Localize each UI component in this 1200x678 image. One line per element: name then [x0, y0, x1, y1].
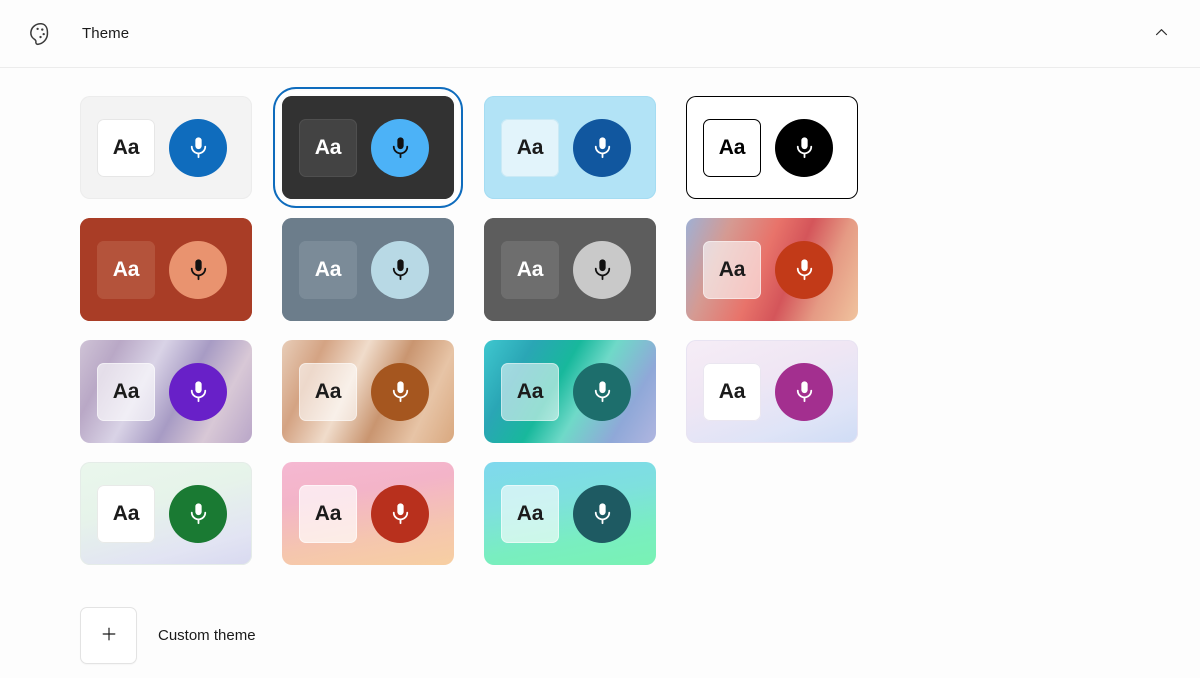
theme-text-preview: Aa	[501, 240, 559, 299]
theme-option-coral-wave[interactable]: Aa	[686, 218, 858, 321]
theme-text-preview: Aa	[97, 362, 155, 421]
theme-option-light[interactable]: Aa	[80, 96, 252, 199]
microphone-icon	[573, 118, 631, 177]
theme-grid: Aa Aa Aa Aa Aa Aa Aa Aa Aa Aa Aa Aa Aa Aa Aa	[80, 87, 888, 565]
chevron-up-icon	[1153, 24, 1170, 44]
theme-text-preview: Aa	[299, 118, 357, 177]
theme-option-sand-wave[interactable]: Aa	[282, 340, 454, 443]
theme-card-light[interactable]: Aa	[80, 96, 252, 199]
theme-option-light-blue[interactable]: Aa	[484, 96, 656, 199]
palette-icon	[24, 17, 58, 51]
theme-option-teal-aurora[interactable]: Aa	[484, 340, 656, 443]
theme-option-pink-peach[interactable]: Aa	[282, 462, 454, 565]
theme-text-preview: Aa	[299, 484, 357, 543]
theme-option-gray[interactable]: Aa	[484, 218, 656, 321]
microphone-icon	[775, 118, 833, 177]
theme-text-preview: Aa	[501, 484, 559, 543]
microphone-icon	[169, 240, 227, 299]
theme-card-dark[interactable]: Aa	[282, 96, 454, 199]
theme-card-pink-peach[interactable]: Aa	[282, 462, 454, 565]
custom-theme-row: Custom theme	[80, 607, 1200, 664]
theme-text-preview: Aa	[299, 240, 357, 299]
plus-icon	[99, 624, 119, 647]
theme-text-preview: Aa	[703, 118, 761, 177]
theme-option-mint-lilac[interactable]: Aa	[80, 462, 252, 565]
microphone-icon	[573, 484, 631, 543]
add-custom-theme-button[interactable]	[80, 607, 137, 664]
theme-card-light-blue[interactable]: Aa	[484, 96, 656, 199]
microphone-icon	[371, 118, 429, 177]
microphone-icon	[775, 240, 833, 299]
theme-card-brick[interactable]: Aa	[80, 218, 252, 321]
theme-text-preview: Aa	[97, 484, 155, 543]
theme-card-cyan-mint[interactable]: Aa	[484, 462, 656, 565]
theme-option-brick[interactable]: Aa	[80, 218, 252, 321]
custom-theme-label: Custom theme	[158, 627, 256, 644]
theme-card-lavender-wave[interactable]: Aa	[80, 340, 252, 443]
microphone-icon	[775, 362, 833, 421]
theme-text-preview: Aa	[703, 362, 761, 421]
theme-text-preview: Aa	[501, 118, 559, 177]
microphone-icon	[371, 362, 429, 421]
microphone-icon	[169, 484, 227, 543]
microphone-icon	[169, 118, 227, 177]
microphone-icon	[573, 240, 631, 299]
theme-text-preview: Aa	[703, 240, 761, 299]
theme-option-lavender-wave[interactable]: Aa	[80, 340, 252, 443]
theme-card-slate[interactable]: Aa	[282, 218, 454, 321]
theme-text-preview: Aa	[501, 362, 559, 421]
microphone-icon	[371, 240, 429, 299]
theme-section-header: Theme	[0, 0, 1200, 68]
theme-card-coral-wave[interactable]: Aa	[686, 218, 858, 321]
theme-card-high-contrast[interactable]: Aa	[686, 96, 858, 199]
theme-card-mint-lilac[interactable]: Aa	[80, 462, 252, 565]
theme-option-slate[interactable]: Aa	[282, 218, 454, 321]
theme-section-body: Aa Aa Aa Aa Aa Aa Aa Aa Aa Aa Aa Aa Aa Aa Aa Custom th…	[0, 68, 1200, 664]
theme-text-preview: Aa	[97, 240, 155, 299]
theme-card-gray[interactable]: Aa	[484, 218, 656, 321]
microphone-icon	[573, 362, 631, 421]
microphone-icon	[169, 362, 227, 421]
theme-text-preview: Aa	[97, 118, 155, 177]
theme-card-teal-aurora[interactable]: Aa	[484, 340, 656, 443]
theme-option-dark[interactable]: Aa	[273, 87, 463, 208]
theme-card-sand-wave[interactable]: Aa	[282, 340, 454, 443]
theme-option-high-contrast[interactable]: Aa	[686, 96, 858, 199]
collapse-section-button[interactable]	[1144, 17, 1178, 51]
theme-option-pale-lilac[interactable]: Aa	[686, 340, 858, 443]
microphone-icon	[371, 484, 429, 543]
theme-text-preview: Aa	[299, 362, 357, 421]
theme-option-cyan-mint[interactable]: Aa	[484, 462, 656, 565]
page-title: Theme	[82, 25, 130, 42]
theme-card-pale-lilac[interactable]: Aa	[686, 340, 858, 443]
